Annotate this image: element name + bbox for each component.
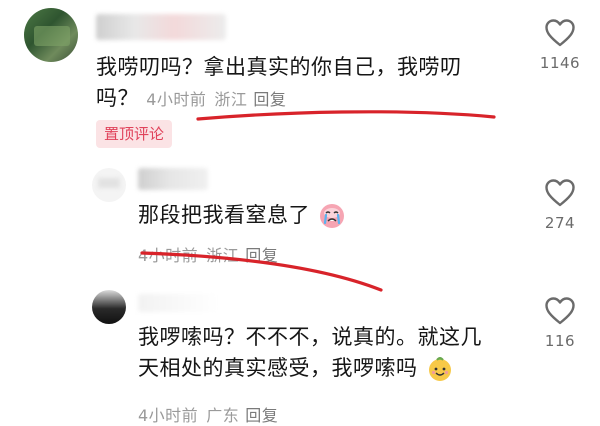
comment-text: 我唠叨吗？拿出真实的你自己，我唠叨 吗？ 4小时前 浙江 回复	[96, 52, 462, 115]
comment-meta: 4小时前 浙江 回复	[146, 90, 286, 109]
reply-button[interactable]: 回复	[253, 90, 286, 109]
comment-line-end: 天相处的真实感受，我啰嗦吗	[138, 356, 418, 380]
like-count: 274	[544, 214, 576, 232]
avatar[interactable]	[24, 8, 78, 62]
username-blurred[interactable]	[96, 14, 226, 40]
comment-time: 4小时前	[138, 246, 199, 265]
comment-location: 广东	[206, 406, 240, 425]
like-count: 116	[544, 332, 576, 350]
like-count: 1146	[539, 54, 581, 72]
comment-location: 浙江	[206, 246, 240, 265]
username-blurred[interactable]	[138, 294, 218, 312]
comment-line-end: 吗？	[96, 86, 139, 110]
comment-text: 那段把我看窒息了	[138, 200, 345, 231]
comment-line: 那段把我看窒息了	[138, 203, 310, 227]
like-button[interactable]: 1146	[530, 18, 590, 72]
smiling-face-emoji	[428, 357, 451, 381]
comment-time: 4小时前	[146, 90, 207, 109]
comment-line: 我唠叨吗？拿出真实的你自己，我唠叨	[96, 55, 462, 79]
like-button[interactable]: 274	[530, 178, 590, 232]
reply-button[interactable]: 回复	[245, 406, 278, 425]
reply-button[interactable]: 回复	[245, 246, 278, 265]
heart-icon	[545, 297, 575, 325]
heart-icon	[545, 179, 575, 207]
comment-line: 吗？ 4小时前 浙江 回复	[96, 83, 462, 115]
avatar[interactable]	[92, 168, 126, 202]
crying-face-emoji	[320, 204, 345, 228]
avatar[interactable]	[92, 290, 126, 324]
comment-line: 我啰嗦吗？不不不，说真的。就这几	[138, 325, 482, 349]
comment-meta: 4小时前 浙江 回复	[138, 242, 278, 266]
like-button[interactable]: 116	[530, 296, 590, 350]
comment-line: 天相处的真实感受，我啰嗦吗	[138, 353, 482, 384]
pinned-comment-badge: 置顶评论	[96, 120, 173, 148]
comment-time: 4小时前	[138, 406, 199, 425]
heart-icon	[545, 19, 575, 47]
comment-text: 我啰嗦吗？不不不，说真的。就这几 天相处的真实感受，我啰嗦吗	[138, 322, 482, 384]
comment-meta: 4小时前 广东 回复	[138, 402, 278, 426]
username-blurred[interactable]	[138, 168, 208, 190]
comment-location: 浙江	[214, 90, 248, 109]
